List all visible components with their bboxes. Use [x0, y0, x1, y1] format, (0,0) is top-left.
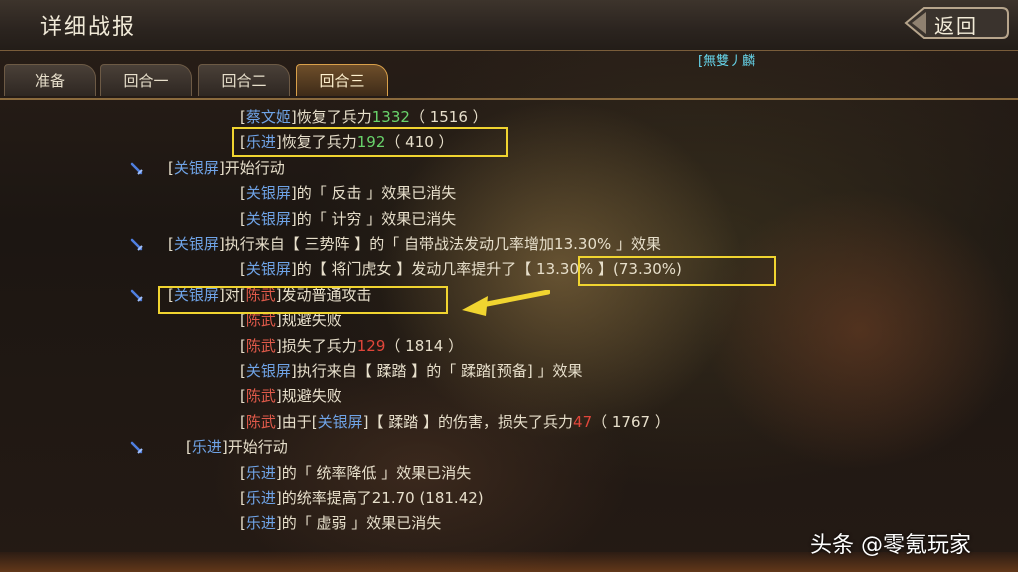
- log-text: 【 蹂踏 】的伤害，损失了兵力: [368, 412, 574, 431]
- tab-round-two[interactable]: 回合二: [198, 64, 290, 96]
- log-entry: [关银屏]执行来自【 蹂踏 】的「 蹂踏[预备] 」效果: [240, 360, 583, 382]
- log-text: （ 1814 ）: [385, 336, 464, 355]
- log-entry: [关银屏]开始行动: [168, 157, 285, 179]
- ally-general-name: 关银屏: [245, 209, 291, 228]
- enemy-general-name: 陈武: [245, 387, 276, 406]
- log-text: 1332: [371, 108, 410, 126]
- log-text: 129: [356, 336, 386, 355]
- log-text: 执行来自【 三势阵 】的「 自带战法发动几率增加13.30% 」效果: [224, 235, 662, 253]
- sword-icon: [130, 441, 143, 454]
- log-entry: [陈武]由于[关银屏]【 蹂踏 】的伤害，损失了兵力47（ 1767 ）: [240, 411, 670, 433]
- ally-general-name: 关银屏: [317, 412, 363, 431]
- log-text: 损失了兵力: [281, 336, 357, 355]
- ally-general-name: 关银屏: [245, 362, 291, 380]
- page-title: 详细战报: [40, 15, 137, 40]
- arrow-pointer-icon: [462, 290, 550, 316]
- highlight-box-rate: [578, 256, 776, 286]
- log-entry: [关银屏]执行来自【 三势阵 】的「 自带战法发动几率增加13.30% 」效果: [168, 233, 661, 255]
- log-text: 的「 反击 」效果已消失: [296, 184, 457, 203]
- ally-general-name: 关银屏: [245, 184, 291, 203]
- ally-general-name: 乐进: [245, 514, 276, 533]
- log-text: 开始行动: [227, 438, 288, 457]
- log-text: 执行来自【 蹂踏 】的「 蹂踏[预备] 」效果: [296, 362, 583, 380]
- header-bar: 详细战报 返回: [0, 0, 1018, 51]
- ally-general-name: 乐进: [245, 463, 276, 482]
- ally-general-name: 蔡文姬: [245, 108, 291, 126]
- log-entry: [陈武]损失了兵力129（ 1814 ）: [240, 335, 463, 357]
- ally-general-name: 乐进: [191, 438, 222, 457]
- log-text: 开始行动: [224, 158, 285, 177]
- sword-icon: [130, 162, 143, 175]
- enemy-general-name: 陈武: [245, 412, 276, 431]
- highlight-box-heal: [232, 127, 508, 157]
- sword-icon: [130, 238, 143, 251]
- log-text: 的统率提高了21.70 (181.42): [281, 489, 484, 507]
- enemy-general-name: 陈武: [245, 336, 276, 355]
- battle-log: [蔡文姬]恢复了兵力1332（ 1516 ） [乐进]恢复了兵力192（ 410 …: [0, 102, 1018, 552]
- ally-general-name: 关银屏: [245, 260, 291, 279]
- tab-round-one[interactable]: 回合一: [100, 64, 192, 96]
- tab-round-three[interactable]: 回合三: [296, 64, 388, 96]
- log-text: 的「 统率降低 」效果已消失: [281, 463, 472, 482]
- log-entry: [陈武]规避失败: [240, 385, 342, 407]
- ally-general-name: 乐进: [245, 489, 276, 507]
- watermark: 头条 @零氪玩家: [810, 533, 971, 558]
- log-text: （ 1767 ）: [592, 412, 670, 431]
- log-text: 47: [573, 412, 593, 431]
- log-text: 的「 计穷 」效果已消失: [296, 209, 457, 228]
- log-entry: [蔡文姬]恢复了兵力1332（ 1516 ）: [240, 106, 488, 128]
- log-text: 的「 虚弱 」效果已消失: [281, 514, 442, 533]
- log-text: 规避失败: [281, 387, 342, 406]
- log-entry: [关银屏]的「 反击 」效果已消失: [240, 182, 456, 204]
- log-entry: [乐进]的统率提高了21.70 (181.42): [240, 487, 484, 509]
- log-entry: [乐进]的「 统率降低 」效果已消失: [240, 462, 471, 484]
- log-entry: [乐进]的「 虚弱 」效果已消失: [240, 512, 441, 534]
- log-text: 由于: [281, 412, 312, 431]
- log-text: （ 1516 ）: [409, 108, 488, 126]
- log-entry: [乐进]开始行动: [186, 436, 288, 458]
- sword-icon: [130, 289, 143, 302]
- highlight-box-attack: [158, 286, 448, 314]
- back-button-label: 返回: [934, 14, 978, 38]
- log-entry: [关银屏]的「 计穷 」效果已消失: [240, 208, 456, 230]
- ally-general-name: 关银屏: [173, 235, 219, 253]
- round-tabs: 准备 回合一 回合二 回合三: [0, 64, 1018, 100]
- back-button[interactable]: 返回: [902, 4, 1012, 42]
- ally-general-name: 关银屏: [173, 158, 219, 177]
- log-text: 恢复了兵力: [296, 108, 372, 126]
- tab-preparation[interactable]: 准备: [4, 64, 96, 96]
